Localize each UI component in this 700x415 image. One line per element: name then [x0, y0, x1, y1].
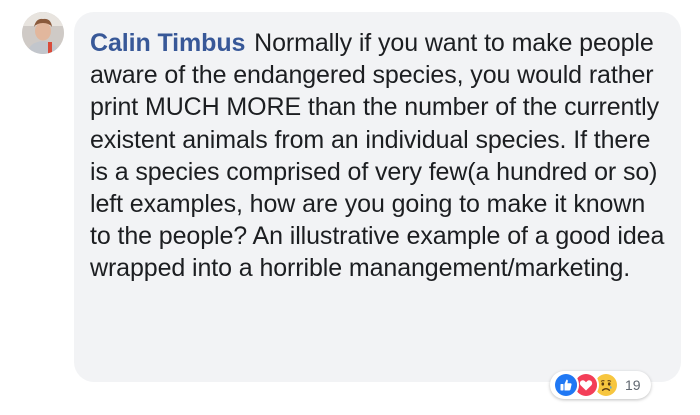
avatar[interactable]: [22, 12, 64, 54]
avatar-image: [22, 12, 64, 54]
reactions-summary[interactable]: 19: [550, 371, 651, 399]
comment-bubble: Calin Timbus Normally if you want to mak…: [74, 12, 681, 382]
author-name-link[interactable]: Calin Timbus: [90, 29, 245, 57]
comment-text: Normally if you want to make people awar…: [90, 29, 665, 283]
comment-body: Calin Timbus Normally if you want to mak…: [90, 27, 667, 285]
like-icon: [553, 372, 579, 398]
reaction-count: 19: [625, 377, 641, 393]
